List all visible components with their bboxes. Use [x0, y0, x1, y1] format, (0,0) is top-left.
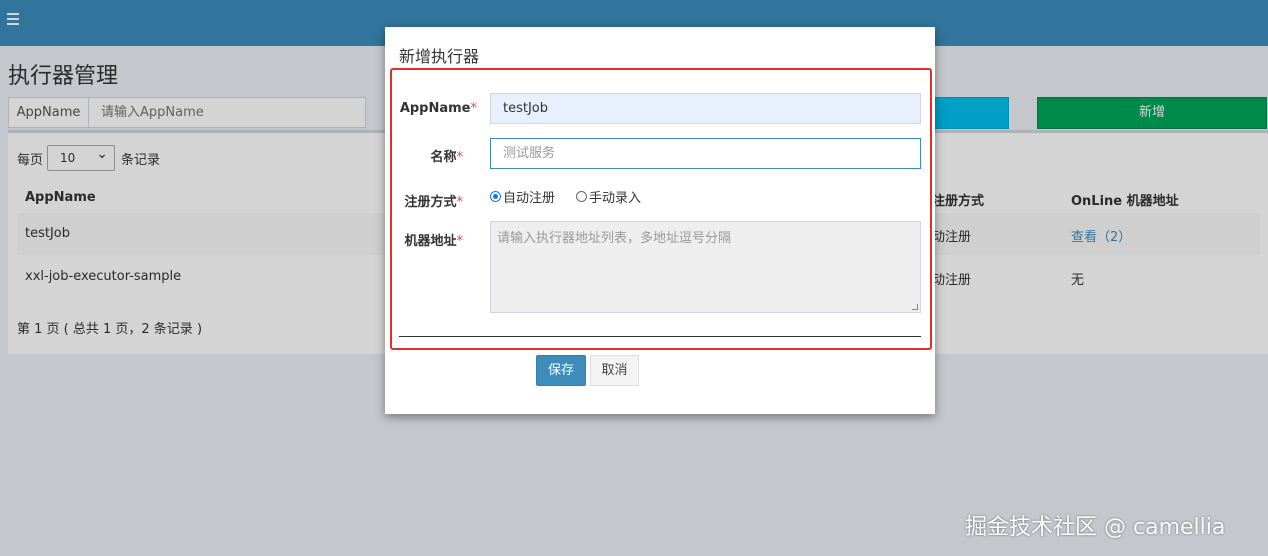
cancel-button[interactable]: 取消: [590, 355, 639, 386]
register-type-label: 注册方式*: [404, 195, 463, 210]
modal-title: 新增执行器: [399, 47, 480, 66]
address-placeholder: 请输入执行器地址列表，多地址逗号分隔: [497, 231, 732, 246]
register-type-group: 自动注册 手动录入: [490, 187, 641, 206]
address-textarea[interactable]: 请输入执行器地址列表，多地址逗号分隔: [490, 221, 921, 313]
radio-manual-entry[interactable]: [576, 191, 588, 202]
name-field-label: 名称*: [430, 150, 463, 165]
name-field[interactable]: 测试服务: [490, 138, 921, 169]
add-executor-modal: 新增执行器 AppName* testJob 名称* 测试服务 注册方式* 自动…: [385, 27, 935, 414]
radio-manual-entry-label[interactable]: 手动录入: [589, 187, 641, 206]
save-button[interactable]: 保存: [536, 355, 586, 386]
radio-auto-register[interactable]: [490, 191, 501, 202]
watermark: 掘金技术社区 @ camellia: [965, 515, 1226, 540]
appname-field[interactable]: testJob: [490, 93, 921, 124]
form-divider: [399, 336, 921, 337]
resize-handle-icon[interactable]: [912, 304, 918, 310]
address-field-label: 机器地址*: [404, 234, 463, 249]
radio-auto-register-label[interactable]: 自动注册: [503, 187, 555, 206]
appname-field-label: AppName*: [399, 101, 477, 116]
